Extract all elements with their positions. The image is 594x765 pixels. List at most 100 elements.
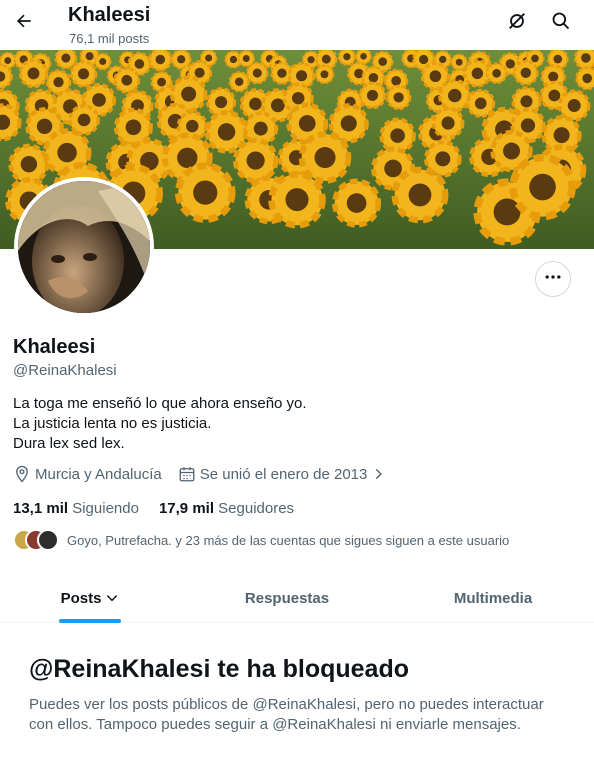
banner-sunflower-center xyxy=(125,119,142,136)
banner-sunflower-center xyxy=(277,68,287,78)
banner-sunflower-center xyxy=(193,180,218,205)
banner-sunflower-center xyxy=(296,70,308,82)
follower-avatar xyxy=(37,529,59,551)
banner-sunflower-center xyxy=(77,113,91,127)
profile-stats: 13,1 mil Siguiendo 17,9 mil Seguidores xyxy=(13,500,314,517)
banner-sunflower-center xyxy=(186,119,199,133)
banner-sunflower-center xyxy=(27,67,40,80)
search-icon xyxy=(551,11,571,36)
profile-header: Khaleesi 76,1 mil posts xyxy=(0,0,594,50)
following-label: Siguiendo xyxy=(72,500,139,517)
banner-sunflower-center xyxy=(582,73,592,84)
join-date[interactable]: Se unió el enero de 2013 xyxy=(178,465,392,483)
avatar[interactable] xyxy=(14,177,154,317)
followers-link[interactable]: 17,9 mil Seguidores xyxy=(159,500,294,517)
banner-sunflower-center xyxy=(57,142,77,163)
banner-sunflower-center xyxy=(61,53,71,63)
banner-sunflower-center xyxy=(368,72,379,83)
tab-active-indicator xyxy=(59,619,121,623)
banner-sunflower-center xyxy=(252,68,262,78)
banner-sunflower-center xyxy=(177,147,198,168)
tab-posts[interactable]: Posts xyxy=(59,573,121,623)
banner-sunflower-center xyxy=(493,198,521,226)
profile-bio: La toga me enseñó lo que ahora enseño yo… xyxy=(13,394,307,454)
banner-sunflower-center xyxy=(253,121,268,136)
banner-sunflower-center xyxy=(520,118,536,133)
banner-sunflower-center xyxy=(321,54,331,64)
banner-sunflower-center xyxy=(36,118,53,135)
banner-sunflower-center xyxy=(99,58,107,66)
search-button[interactable] xyxy=(547,9,575,37)
banner-sunflower-center xyxy=(360,52,367,60)
location-pin-icon xyxy=(13,465,31,483)
banner-sunflower-center xyxy=(384,159,402,178)
banner-sunflower-center xyxy=(531,54,539,63)
followers-count: 17,9 mil xyxy=(158,500,214,517)
banner-sunflower-center xyxy=(553,127,570,144)
banner-sunflower-center xyxy=(471,67,484,80)
banner-sunflower-center xyxy=(298,115,316,132)
blocked-message: Puedes ver los posts públicos de @ReinaK… xyxy=(29,696,544,733)
banner-sunflower-center xyxy=(215,96,228,109)
banner-sunflower-center xyxy=(234,77,244,87)
tab-multimedia[interactable]: Multimedia xyxy=(433,573,553,623)
banner-sunflower-center xyxy=(503,142,520,160)
banner-sunflower-center xyxy=(177,55,186,64)
banner-sunflower-center xyxy=(492,68,501,78)
banner-sunflower-center xyxy=(155,54,166,65)
banner-sunflower-center xyxy=(85,52,94,61)
header-title: Khaleesi xyxy=(68,4,151,26)
banner-sunflower-center xyxy=(390,128,405,143)
banner-sunflower-center xyxy=(53,76,64,88)
tab-respuestas[interactable]: Respuestas xyxy=(227,573,347,623)
banner-sunflower-center xyxy=(553,54,563,64)
bio-line: Dura lex sed lex. xyxy=(13,435,125,452)
join-date-text: Se unió el enero de 2013 xyxy=(199,465,368,483)
tab-multimedia-label: Multimedia xyxy=(453,589,533,607)
banner-sunflower-center xyxy=(419,54,429,65)
banner-sunflower-center xyxy=(529,173,556,201)
profile-meta: Murcia y Andalucía Se unió el enero de 2… xyxy=(13,465,407,483)
banner-sunflower-center xyxy=(157,77,166,87)
banner-sunflower-center xyxy=(314,147,336,169)
banner-sunflower-center xyxy=(435,151,451,167)
banner-sunflower-center xyxy=(249,97,262,111)
banner-sunflower-center xyxy=(441,116,455,130)
grok-button[interactable] xyxy=(503,9,531,37)
banner-sunflower-center xyxy=(242,54,250,62)
profile-tabs: Posts Respuestas Multimedia xyxy=(0,573,594,623)
banner-sunflower-center xyxy=(307,56,315,64)
banner-sunflower-center xyxy=(548,89,561,102)
following-link[interactable]: 13,1 mil Siguiendo xyxy=(13,500,139,517)
banner-sunflower-center xyxy=(343,53,351,61)
banner-sunflower-center xyxy=(92,93,106,107)
banner-sunflower-center xyxy=(229,55,238,64)
banner-sunflower-center xyxy=(354,68,364,79)
banner-sunflower-center xyxy=(520,95,533,108)
tab-posts-label: Posts xyxy=(60,589,102,607)
banner-sunflower-center xyxy=(448,88,462,103)
banner-sunflower-center xyxy=(181,86,197,102)
chevron-right-icon xyxy=(369,465,387,483)
banner-sunflower-center xyxy=(246,151,265,170)
back-button[interactable] xyxy=(10,9,38,37)
followers-you-know[interactable]: Goyo, Putrefacha. y 23 más de las cuenta… xyxy=(13,529,509,551)
banner-sunflower-center xyxy=(217,123,236,141)
banner-sunflower-center xyxy=(439,55,447,64)
banner-sunflower-center xyxy=(340,115,357,132)
banner-sunflower-center xyxy=(548,71,559,82)
banner-sunflower-center xyxy=(366,89,379,101)
banner-sunflower-center xyxy=(455,58,463,66)
tab-respuestas-label: Respuestas xyxy=(244,589,330,607)
location: Murcia y Andalucía xyxy=(13,465,162,483)
calendar-icon xyxy=(178,465,196,483)
arrow-left-icon xyxy=(14,11,34,36)
banner-sunflower-center xyxy=(581,53,591,63)
blocked-title: @ReinaKhalesi te ha bloqueado xyxy=(29,655,410,683)
more-options-button[interactable] xyxy=(535,261,571,297)
banner-sunflower-center xyxy=(20,155,38,173)
banner-sunflower-center xyxy=(567,99,581,112)
banner-sunflower-center xyxy=(121,74,133,86)
bio-line: La justicia lenta no es justicia. xyxy=(13,415,212,432)
banner-sunflower-center xyxy=(520,67,531,78)
